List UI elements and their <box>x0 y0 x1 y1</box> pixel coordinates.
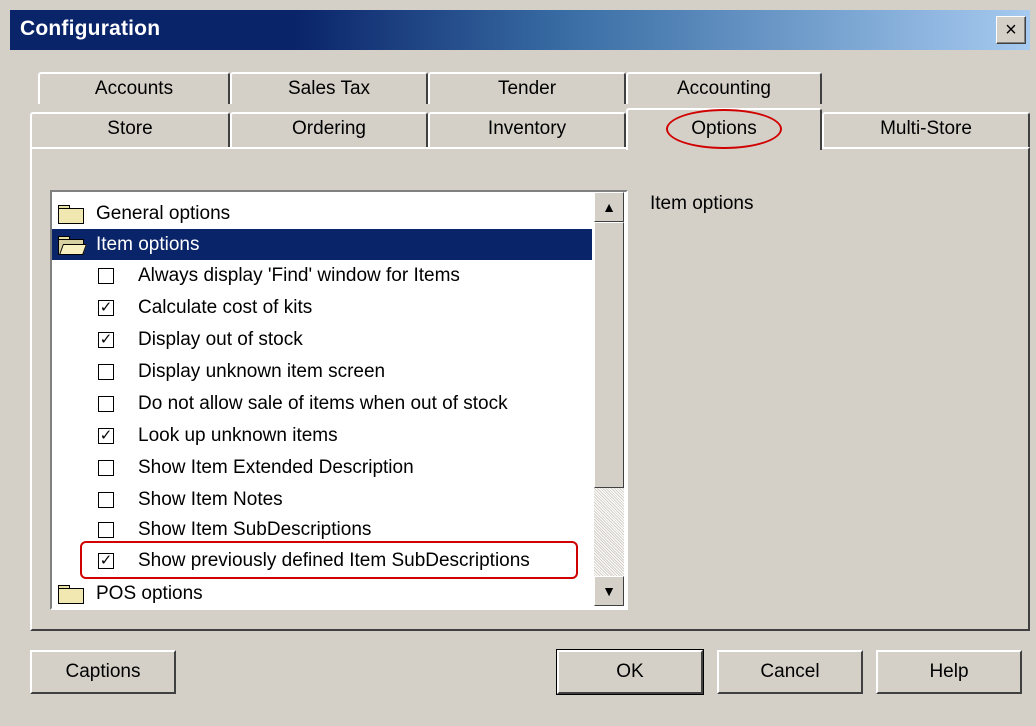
option-show-item-subdescriptions[interactable]: Show Item SubDescriptions <box>52 514 592 545</box>
tab-ordering[interactable]: Ordering <box>230 112 428 148</box>
scroll-thumb[interactable] <box>594 222 624 488</box>
option-label: Always display 'Find' window for Items <box>138 265 460 286</box>
option-label: Display out of stock <box>138 329 303 350</box>
tree-node-label: POS options <box>96 583 203 604</box>
window-title: Configuration <box>20 17 161 40</box>
tab-store[interactable]: Store <box>30 112 230 148</box>
option-no-sale-when-out-of-stock[interactable]: Do not allow sale of items when out of s… <box>52 388 592 419</box>
tab-accounts[interactable]: Accounts <box>38 72 230 104</box>
option-always-display-find[interactable]: Always display 'Find' window for Items <box>52 260 592 291</box>
tab-tender[interactable]: Tender <box>428 72 626 104</box>
selected-section-label: Item options <box>650 193 754 214</box>
tab-label: Ordering <box>292 118 366 139</box>
option-label: Show Item Notes <box>138 489 283 510</box>
ok-button[interactable]: OK <box>556 649 704 695</box>
close-icon: × <box>1005 19 1017 41</box>
tree-node-pos-options[interactable]: POS options <box>52 578 592 608</box>
tab-label: Accounts <box>94 78 174 99</box>
checkbox[interactable]: ✓ <box>98 428 114 444</box>
option-show-previously-defined-subdescriptions[interactable]: ✓ Show previously defined Item SubDescri… <box>52 545 592 576</box>
arrow-down-icon: ▼ <box>602 583 616 599</box>
cancel-button[interactable]: Cancel <box>717 650 863 694</box>
folder-open-icon <box>58 236 88 255</box>
tab-label: Multi-Store <box>880 118 972 139</box>
highlight-ellipse <box>666 109 782 149</box>
option-calculate-cost-of-kits[interactable]: ✓ Calculate cost of kits <box>52 292 592 323</box>
tree-node-general-options[interactable]: General options <box>52 198 592 229</box>
title-bar: Configuration × <box>10 10 1030 50</box>
option-display-out-of-stock[interactable]: ✓ Display out of stock <box>52 324 592 355</box>
folder-icon <box>58 205 84 224</box>
option-show-item-notes[interactable]: Show Item Notes <box>52 484 592 515</box>
tab-options[interactable]: Options <box>626 108 822 150</box>
tab-multi-store[interactable]: Multi-Store <box>822 112 1030 148</box>
tab-inventory[interactable]: Inventory <box>428 112 626 148</box>
close-button[interactable]: × <box>996 16 1026 44</box>
scroll-down-button[interactable]: ▼ <box>594 576 624 606</box>
arrow-up-icon: ▲ <box>602 199 616 215</box>
options-tree[interactable]: General options Item options Always disp… <box>50 190 628 610</box>
tab-label: Inventory <box>487 118 567 139</box>
tab-accounting[interactable]: Accounting <box>626 72 822 104</box>
checkbox[interactable]: ✓ <box>98 332 114 348</box>
checkbox[interactable] <box>98 522 114 538</box>
captions-button[interactable]: Captions <box>30 650 176 694</box>
option-label: Show previously defined Item SubDescript… <box>138 550 530 571</box>
checkbox[interactable] <box>98 460 114 476</box>
tab-label: Store <box>107 118 153 139</box>
option-display-unknown-item-screen[interactable]: Display unknown item screen <box>52 356 592 387</box>
scroll-up-button[interactable]: ▲ <box>594 192 624 222</box>
tab-sales-tax[interactable]: Sales Tax <box>230 72 428 104</box>
option-label: Calculate cost of kits <box>138 297 313 318</box>
checkbox[interactable]: ✓ <box>98 300 114 316</box>
option-look-up-unknown-items[interactable]: ✓ Look up unknown items <box>52 420 592 451</box>
checkbox[interactable] <box>98 268 114 284</box>
folder-icon <box>58 585 84 604</box>
tab-label: Accounting <box>676 78 771 99</box>
help-button[interactable]: Help <box>876 650 1022 694</box>
option-show-item-extended-description[interactable]: Show Item Extended Description <box>52 452 592 483</box>
checkbox[interactable] <box>98 364 114 380</box>
option-label: Do not allow sale of items when out of s… <box>138 393 508 414</box>
tree-node-item-options[interactable]: Item options <box>52 229 592 260</box>
option-label: Show Item Extended Description <box>138 457 414 478</box>
configuration-window: Configuration × Accounts Sales Tax Tende… <box>0 0 1036 726</box>
checkbox[interactable] <box>98 492 114 508</box>
tree-node-label: General options <box>96 203 231 224</box>
option-label: Look up unknown items <box>138 425 338 446</box>
checkbox[interactable]: ✓ <box>98 553 114 569</box>
option-label: Display unknown item screen <box>138 361 386 382</box>
tab-label: Sales Tax <box>287 78 371 99</box>
tab-label: Tender <box>497 78 557 99</box>
tree-scrollbar[interactable]: ▲ ▼ <box>594 192 624 606</box>
tree-node-label: Item options <box>96 234 200 255</box>
checkbox[interactable] <box>98 396 114 412</box>
option-label: Show Item SubDescriptions <box>138 519 372 540</box>
